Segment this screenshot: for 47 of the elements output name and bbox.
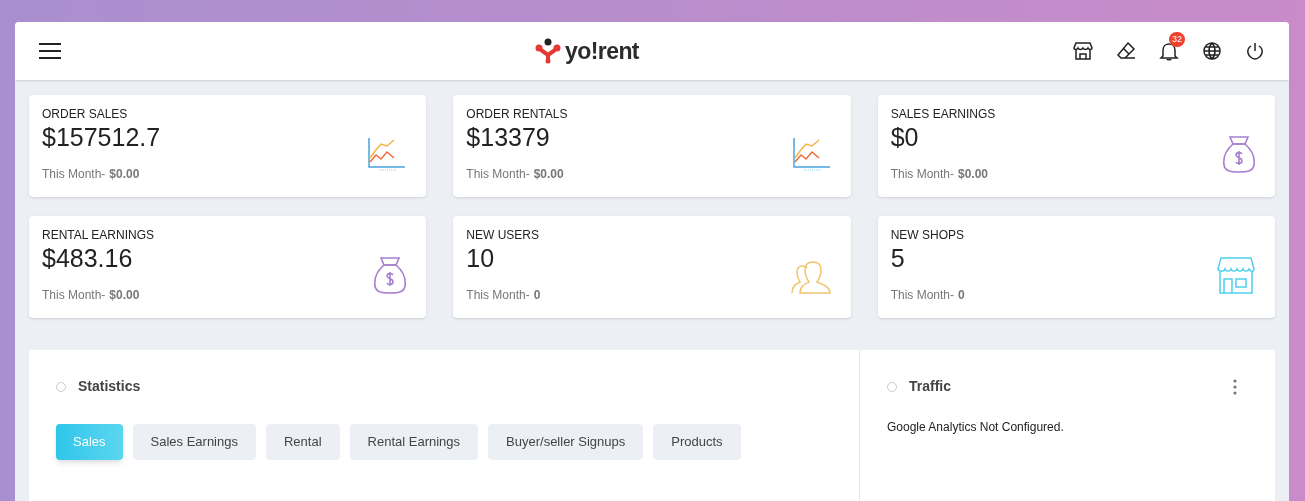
stat-period-label: This Month-: [466, 166, 530, 184]
money-bag-icon: [1222, 133, 1256, 174]
stat-title: NEW SHOPS: [890, 229, 965, 241]
power-icon[interactable]: [1245, 41, 1265, 61]
line-chart-icon: [367, 135, 408, 172]
menu-icon[interactable]: [39, 43, 61, 59]
money-bag-icon: [373, 254, 408, 295]
logo-icon: [535, 38, 562, 64]
stat-period-label: This Month-: [466, 287, 530, 305]
traffic-message: Google Analytics Not Configured.: [887, 419, 1065, 436]
stat-value: $13379: [466, 122, 551, 153]
globe-icon[interactable]: [1202, 41, 1222, 61]
stat-title: ORDER SALES: [42, 108, 129, 120]
chart-tab[interactable]: Products: [653, 424, 741, 460]
stat-value: $0: [890, 122, 920, 153]
shop-icon[interactable]: [1073, 41, 1093, 61]
stat-period-value: $0.00: [958, 166, 989, 184]
chart-tab[interactable]: Rental Earnings: [349, 424, 479, 460]
stat-period-value: $0.00: [109, 166, 140, 184]
chart-tab[interactable]: Rental: [266, 424, 340, 460]
notification-badge: 32: [1169, 32, 1185, 47]
stat-value: 5: [890, 243, 906, 274]
stat-title: NEW USERS: [466, 229, 540, 241]
stat-value: 10: [466, 243, 496, 274]
panel-title: Statistics: [78, 377, 141, 396]
stat-period-value: 0: [533, 287, 541, 305]
eraser-icon[interactable]: [1116, 41, 1136, 61]
panel-title: Traffic: [909, 377, 952, 396]
stat-title: SALES EARNINGS: [890, 108, 996, 120]
stat-period-label: This Month-: [42, 287, 106, 305]
stat-period-label: This Month-: [890, 166, 954, 184]
stat-period-label: This Month-: [42, 166, 106, 184]
chart-tab[interactable]: Buyer/seller Signups: [488, 424, 644, 460]
stat-value: $483.16: [42, 243, 134, 274]
logo-text: yo!rent: [565, 36, 639, 66]
more-options-icon[interactable]: [1233, 378, 1237, 395]
stat-period-label: This Month-: [890, 287, 954, 305]
shop-icon: [1216, 255, 1256, 294]
chart-tab[interactable]: Sales Earnings: [132, 424, 256, 460]
stat-period-value: $0.00: [109, 287, 140, 305]
stat-title: RENTAL EARNINGS: [42, 229, 155, 241]
stat-value: $157512.7: [42, 122, 161, 153]
line-chart-icon: [791, 135, 832, 172]
stat-period-value: $0.00: [533, 166, 564, 184]
stat-title: ORDER RENTALS: [466, 108, 568, 120]
bell-icon[interactable]: [1159, 41, 1179, 61]
stat-period-value: 0: [958, 287, 965, 305]
